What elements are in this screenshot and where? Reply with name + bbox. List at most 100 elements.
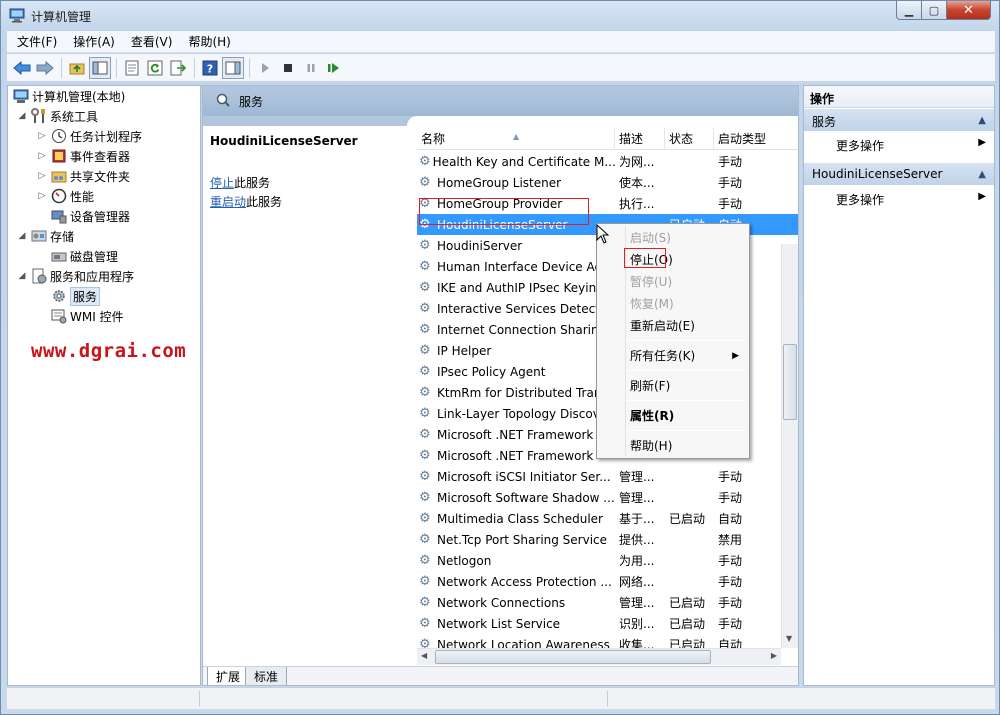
tree-item-disk-management[interactable]: 磁盘管理: [48, 246, 118, 266]
actions-section-services[interactable]: 服务 ▲: [804, 109, 994, 131]
service-description: 管理...: [619, 596, 655, 610]
menu-item-all-tasks[interactable]: 所有任务(K): [630, 346, 695, 366]
context-menu: 启动(S) 停止(O) 暂停(U) 恢复(M) 重新启动(E) 所有任务(K) …: [596, 223, 750, 459]
service-row[interactable]: ⚙ Network List Service 识别... 已启动 手动: [417, 613, 798, 634]
tree-item-services[interactable]: 服务: [48, 286, 101, 306]
expand-arrow-icon[interactable]: ▷: [36, 151, 48, 161]
service-name: Human Interface Device Ac: [437, 259, 602, 274]
tree-item-device-manager[interactable]: 设备管理器: [48, 206, 130, 226]
more-actions-services[interactable]: 更多操作 ▶: [836, 137, 986, 154]
collapse-arrow-icon[interactable]: ◢: [16, 231, 28, 241]
service-description: 识别...: [619, 617, 655, 631]
wmi-icon: [51, 308, 67, 324]
menu-separator: [627, 400, 747, 401]
tree-item-storage[interactable]: ◢ 存储: [16, 226, 74, 246]
service-row[interactable]: ⚙ Netlogon 为用... 手动: [417, 550, 798, 571]
column-header-status[interactable]: 状态: [665, 128, 714, 150]
menu-view[interactable]: 查看(V): [125, 33, 179, 50]
menu-file[interactable]: 文件(F): [11, 33, 63, 50]
vertical-scroll-thumb[interactable]: [783, 344, 797, 420]
maximize-button[interactable]: ▢: [922, 1, 947, 20]
collapse-arrow-icon[interactable]: ◢: [16, 111, 28, 121]
service-row[interactable]: ⚙ HomeGroup Listener 使本... 手动: [417, 172, 798, 193]
help-toolbar-button[interactable]: ?: [199, 57, 221, 79]
export-list-button[interactable]: [167, 57, 189, 79]
service-gear-icon: ⚙: [419, 511, 431, 526]
service-row[interactable]: ⚙ Multimedia Class Scheduler 基于... 已启动 自动: [417, 508, 798, 529]
action-pane-button[interactable]: [222, 56, 244, 79]
collapse-section-icon[interactable]: ▲: [978, 169, 986, 180]
refresh-toolbar-button[interactable]: [144, 57, 166, 79]
actions-section-selected-service[interactable]: HoudiniLicenseServer ▲: [804, 163, 994, 185]
toolbar: ?: [7, 54, 995, 82]
start-service-button[interactable]: [254, 57, 276, 79]
show-hide-tree-button[interactable]: [89, 56, 111, 79]
service-row[interactable]: ⚙ Net.Tcp Port Sharing Service 提供... 禁用: [417, 529, 798, 550]
menu-help[interactable]: 帮助(H): [182, 33, 236, 50]
minimize-button[interactable]: ▁: [896, 1, 922, 20]
more-actions-selected-service[interactable]: 更多操作 ▶: [836, 191, 986, 208]
tree-root[interactable]: 计算机管理(本地): [10, 86, 125, 106]
tree-item-system-tools[interactable]: ◢ 系统工具: [16, 106, 98, 126]
vertical-scrollbar[interactable]: ▼: [781, 244, 798, 648]
menu-item-start[interactable]: 启动(S): [630, 228, 671, 248]
tree-item-event-viewer[interactable]: ▷ 事件查看器: [36, 146, 130, 166]
tree-item-shared-folders[interactable]: ▷ 共享文件夹: [36, 166, 130, 186]
stop-service-button[interactable]: [277, 57, 299, 79]
service-row[interactable]: ⚙ Microsoft Software Shadow ... 管理... 手动: [417, 487, 798, 508]
scroll-left-arrow-icon[interactable]: ◀: [421, 651, 427, 660]
restart-service-suffix: 此服务: [246, 195, 283, 209]
properties-toolbar-button[interactable]: [121, 57, 143, 79]
close-button[interactable]: ✕: [947, 1, 991, 20]
service-gear-icon: ⚙: [419, 490, 431, 505]
service-description: 为用...: [619, 554, 655, 568]
expand-arrow-icon[interactable]: ▷: [36, 171, 48, 181]
menu-item-refresh[interactable]: 刷新(F): [630, 376, 670, 396]
expand-arrow-icon[interactable]: ▷: [36, 191, 48, 201]
service-gear-icon: ⚙: [419, 574, 431, 589]
column-header-startup-type[interactable]: 启动类型: [714, 128, 774, 150]
collapse-arrow-icon[interactable]: ◢: [16, 271, 28, 281]
tree-item-performance[interactable]: ▷ 性能: [36, 186, 94, 206]
scroll-down-arrow-icon[interactable]: ▼: [786, 634, 792, 643]
forward-button[interactable]: [34, 57, 56, 79]
restart-service-link[interactable]: 重启动: [210, 195, 246, 209]
tab-extended[interactable]: 扩展: [207, 667, 250, 685]
service-name-cell: ⚙ HomeGroup Listener: [417, 175, 615, 190]
restart-service-button[interactable]: [323, 57, 345, 79]
collapse-section-icon[interactable]: ▲: [978, 115, 986, 126]
service-name-cell: ⚙ Network List Service: [417, 616, 615, 631]
column-header-description[interactable]: 描述: [615, 128, 665, 150]
service-gear-icon: ⚙: [419, 532, 431, 547]
service-name-cell: ⚙ Link-Layer Topology Discov: [417, 406, 615, 421]
service-row[interactable]: ⚙ Microsoft iSCSI Initiator Ser... 管理... 手动: [417, 466, 798, 487]
tree-item-wmi-control[interactable]: WMI 控件: [48, 306, 124, 326]
title-bar[interactable]: 计算机管理 ▁ ▢ ✕: [1, 1, 999, 31]
service-row[interactable]: ⚙ Network Connections 管理... 已启动 手动: [417, 592, 798, 613]
menu-item-pause[interactable]: 暂停(U): [630, 272, 672, 292]
stop-service-link[interactable]: 停止: [210, 176, 234, 190]
up-level-button[interactable]: [66, 57, 88, 79]
services-list-header: ▲ 名称 描述 状态 启动类型: [417, 128, 798, 150]
service-name: HoudiniServer: [437, 238, 523, 253]
menu-item-restart[interactable]: 重新启动(E): [630, 316, 695, 336]
menu-action[interactable]: 操作(A): [67, 33, 121, 50]
tree-item-task-scheduler[interactable]: ▷ 任务计划程序: [36, 126, 142, 146]
expand-arrow-icon[interactable]: ▷: [36, 131, 48, 141]
horizontal-scroll-thumb[interactable]: [435, 650, 711, 664]
service-row[interactable]: ⚙ Health Key and Certificate M... 为网... 手动: [417, 151, 798, 172]
pause-service-button[interactable]: [300, 57, 322, 79]
service-row[interactable]: ⚙ Network Location Awareness 收集... 已启动 自动: [417, 634, 798, 648]
menu-item-resume[interactable]: 恢复(M): [630, 294, 674, 314]
service-startup-type: 手动: [718, 575, 743, 589]
menu-item-properties[interactable]: 属性(R): [630, 406, 674, 426]
service-name-cell: ⚙ Microsoft .NET Framework: [417, 427, 615, 442]
tab-standard[interactable]: 标准: [245, 667, 288, 685]
horizontal-scrollbar[interactable]: ◀ ▶: [417, 648, 781, 665]
tree-item-services-and-apps[interactable]: ◢ 服务和应用程序: [16, 266, 134, 286]
column-header-name[interactable]: ▲ 名称: [417, 128, 615, 150]
service-row[interactable]: ⚙ Network Access Protection ... 网络... 手动: [417, 571, 798, 592]
menu-item-help[interactable]: 帮助(H): [630, 436, 672, 456]
back-button[interactable]: [11, 57, 33, 79]
scroll-right-arrow-icon[interactable]: ▶: [771, 651, 777, 660]
